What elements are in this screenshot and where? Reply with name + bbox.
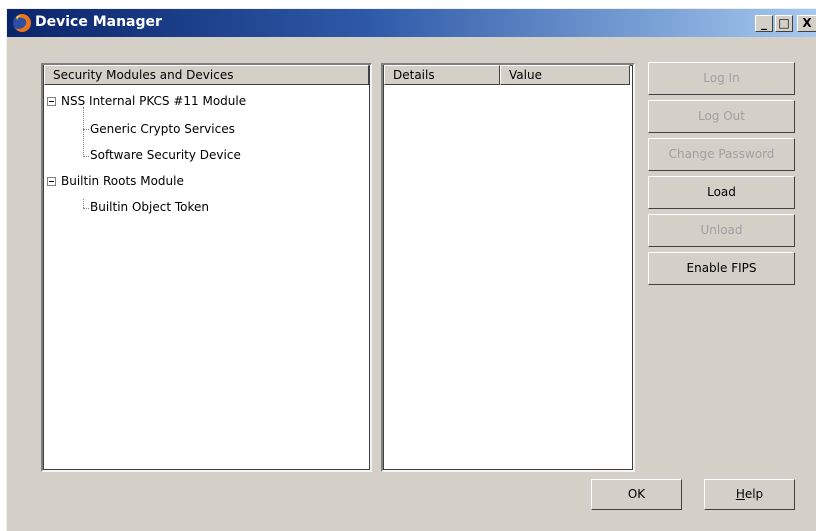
load-button[interactable]: Load	[648, 176, 795, 209]
change-password-button[interactable]: Change Password	[648, 138, 795, 171]
help-button[interactable]: Help	[704, 479, 795, 510]
minimize-button[interactable]: _	[755, 15, 773, 32]
tree-item-label: NSS Internal PKCS #11 Module	[61, 94, 247, 108]
tree-item-software-security[interactable]: Software Security Device	[90, 145, 241, 165]
tree-item-label: Builtin Roots Module	[61, 174, 184, 188]
unload-button[interactable]: Unload	[648, 214, 795, 247]
details-list[interactable]: Details Value	[381, 63, 635, 472]
collapse-icon[interactable]	[47, 177, 56, 186]
column-header-value[interactable]: Value	[500, 65, 630, 85]
tree-line	[83, 208, 89, 209]
help-accesskey: H	[735, 487, 745, 501]
column-header-security-modules[interactable]: Security Modules and Devices	[44, 65, 369, 85]
tree-line	[83, 156, 89, 157]
tree-line	[83, 107, 84, 157]
tree-line	[83, 199, 84, 208]
close-button[interactable]: X	[797, 15, 816, 32]
device-manager-window: Device Manager _ □ X Security Modules an…	[6, 8, 816, 531]
security-modules-tree[interactable]: Security Modules and Devices NSS Interna…	[41, 63, 372, 472]
tree-item-label: Builtin Object Token	[90, 200, 210, 214]
help-label-rest: elp	[744, 487, 764, 501]
log-out-button[interactable]: Log Out	[648, 100, 795, 133]
enable-fips-button[interactable]: Enable FIPS	[648, 252, 795, 285]
collapse-icon[interactable]	[47, 97, 56, 106]
log-in-button[interactable]: Log In	[648, 62, 795, 95]
tree-item-label: Generic Crypto Services	[90, 122, 235, 136]
tree-item-label: Software Security Device	[90, 148, 241, 162]
tree-item-builtin-object-token[interactable]: Builtin Object Token	[90, 197, 209, 217]
column-header-details[interactable]: Details	[384, 65, 500, 85]
tree-item-generic-crypto[interactable]: Generic Crypto Services	[90, 119, 235, 139]
window-title: Device Manager	[35, 14, 162, 30]
tree-line	[83, 129, 89, 130]
title-bar[interactable]: Device Manager _ □ X	[7, 9, 816, 37]
maximize-button[interactable]: □	[775, 15, 793, 32]
firefox-icon	[12, 13, 32, 33]
ok-button[interactable]: OK	[591, 479, 682, 510]
